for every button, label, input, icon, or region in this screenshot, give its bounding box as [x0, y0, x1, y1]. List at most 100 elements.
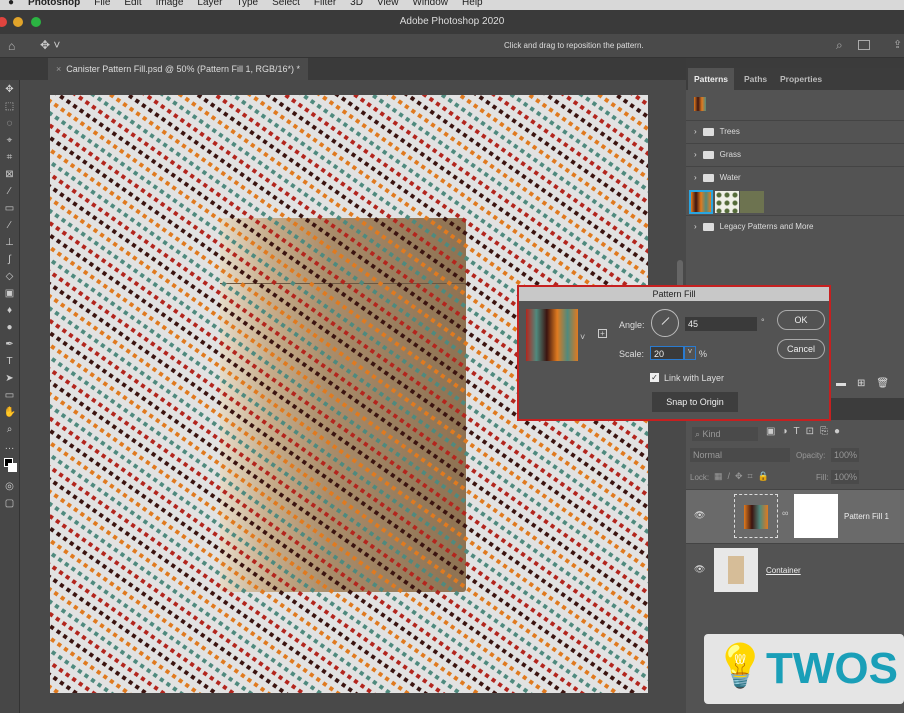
frame-tool-icon[interactable]: ⊠	[4, 169, 16, 181]
close-window-button[interactable]	[0, 17, 7, 27]
tools-panel: ✥ ⬚ ◌ ⌖ ⌗ ⊠ ⁄ ▭ ∕ ⊥ ∫ ◇ ▣ ♦ ● ✒ T ➤ ▭ ✋ …	[0, 80, 20, 713]
new-preset-icon[interactable]: +	[598, 329, 607, 338]
move-tool-icon[interactable]: ✥ ˅	[40, 38, 60, 52]
dialog-title: Pattern Fill	[519, 287, 829, 301]
lock-label: Lock:	[690, 473, 710, 482]
document-tab[interactable]: × Canister Pattern Fill.psd @ 50% (Patte…	[48, 58, 309, 80]
path-select-icon[interactable]: ➤	[4, 373, 16, 385]
menu-filter[interactable]: Filter	[314, 0, 336, 10]
menu-file[interactable]: File	[94, 0, 110, 10]
group-trees[interactable]: › Trees	[686, 120, 904, 142]
scale-field[interactable]: 20	[650, 346, 684, 360]
layer-name: Container	[766, 566, 801, 575]
gradient-tool-icon[interactable]: ▣	[4, 288, 16, 300]
layer-pattern-fill[interactable]: 👁 ∞ Pattern Fill 1	[686, 489, 904, 543]
fill-field[interactable]: 100%	[831, 470, 859, 484]
opacity-field[interactable]: 100%	[831, 448, 859, 462]
chevron-down-icon[interactable]: ˅	[580, 332, 585, 342]
minimize-window-button[interactable]	[13, 17, 23, 27]
type-tool-icon[interactable]: T	[4, 356, 16, 368]
title-bar: Adobe Photoshop 2020	[0, 10, 904, 34]
blur-tool-icon[interactable]: ♦	[4, 305, 16, 317]
apple-icon[interactable]: ●	[8, 0, 14, 10]
tab-properties[interactable]: Properties	[774, 68, 828, 90]
opacity-label: Opacity:	[796, 451, 826, 460]
snap-to-origin-button[interactable]: Snap to Origin	[652, 392, 738, 412]
document-tab-row: × Canister Pattern Fill.psd @ 50% (Patte…	[20, 58, 686, 80]
more-tools-icon[interactable]: …	[4, 441, 16, 453]
menu-edit[interactable]: Edit	[124, 0, 141, 10]
eyedropper-tool-icon[interactable]: ⁄	[4, 186, 16, 198]
mac-menubar: ● Photoshop File Edit Image Layer Type S…	[0, 0, 904, 10]
layer-mask-thumbnail	[794, 494, 838, 538]
menu-3d[interactable]: 3D	[350, 0, 363, 10]
search-icon[interactable]: ⌕	[836, 38, 843, 53]
move-tool-icon[interactable]: ✥	[4, 84, 16, 96]
visibility-eye-icon[interactable]: 👁	[694, 564, 705, 575]
menu-layer[interactable]: Layer	[197, 0, 222, 10]
angle-label: Angle:	[619, 320, 645, 330]
panel-footer-icons[interactable]: ▬⊞🗑	[836, 378, 900, 389]
tab-paths[interactable]: Paths	[738, 68, 773, 90]
pattern-swatch-dots[interactable]	[715, 191, 739, 213]
menu-photoshop[interactable]: Photoshop	[28, 0, 80, 10]
menu-window[interactable]: Window	[412, 0, 448, 10]
angle-field[interactable]: 45	[685, 317, 757, 331]
shape-tool-icon[interactable]: ▭	[4, 390, 16, 402]
home-icon[interactable]: ⌂	[8, 39, 15, 53]
pen-tool-icon[interactable]: ✒	[4, 339, 16, 351]
blend-mode-select[interactable]: Normal	[690, 448, 790, 462]
workspace-icon[interactable]	[858, 40, 870, 50]
history-brush-icon[interactable]: ∫	[4, 254, 16, 266]
menu-view[interactable]: View	[377, 0, 399, 10]
cancel-button[interactable]: Cancel	[777, 339, 825, 359]
crop-tool-icon[interactable]: ⌗	[4, 152, 16, 164]
angle-dial[interactable]	[651, 309, 679, 337]
scale-dropdown[interactable]: ˅	[684, 346, 696, 360]
layer-container[interactable]: 👁 Container	[686, 543, 904, 595]
degree-symbol: °	[761, 317, 765, 327]
tab-patterns[interactable]: Patterns	[688, 68, 735, 90]
quick-select-tool-icon[interactable]: ⌖	[4, 135, 16, 147]
hand-tool-icon[interactable]: ✋	[4, 407, 16, 419]
pattern-picker[interactable]	[526, 309, 578, 361]
options-bar: ⌂ ✥ ˅ Click and drag to reposition the p…	[0, 34, 904, 58]
pattern-swatch-selected[interactable]	[689, 190, 713, 214]
layer-name: Pattern Fill 1	[844, 512, 889, 521]
stamp-tool-icon[interactable]: ⊥	[4, 237, 16, 249]
ok-button[interactable]: OK	[777, 310, 825, 330]
lock-icons[interactable]: ▦/✥⌗🔒	[714, 471, 774, 482]
color-swatches[interactable]	[3, 458, 17, 476]
healing-tool-icon[interactable]: ▭	[4, 203, 16, 215]
menu-type[interactable]: Type	[236, 0, 258, 10]
pattern-swatch-hex[interactable]	[740, 191, 764, 213]
screen-mode-icon[interactable]: ▢	[4, 498, 16, 510]
link-with-layer-checkbox[interactable]: ✓	[650, 373, 659, 382]
current-pattern-swatch[interactable]	[694, 97, 706, 111]
group-legacy[interactable]: › Legacy Patterns and More	[686, 215, 904, 237]
marquee-tool-icon[interactable]: ⬚	[4, 101, 16, 113]
document-tab-label: Canister Pattern Fill.psd @ 50% (Pattern…	[66, 64, 301, 74]
brush-tool-icon[interactable]: ∕	[4, 220, 16, 232]
folder-icon	[702, 222, 714, 231]
lightbulb-icon: 💡	[714, 642, 767, 689]
group-grass[interactable]: › Grass	[686, 143, 904, 165]
eraser-tool-icon[interactable]: ◇	[4, 271, 16, 283]
group-water[interactable]: › Water	[686, 166, 904, 188]
share-icon[interactable]: ⇪	[893, 38, 902, 51]
dodge-tool-icon[interactable]: ●	[4, 322, 16, 334]
zoom-tool-icon[interactable]: ⌕	[4, 424, 16, 436]
lasso-tool-icon[interactable]: ◌	[4, 118, 16, 130]
filter-icons[interactable]: ▣◑T⊡⎘●	[766, 426, 846, 437]
quick-mask-icon[interactable]: ◎	[4, 481, 16, 493]
close-tab-icon[interactable]: ×	[56, 64, 64, 74]
kind-filter[interactable]: ⌕ Kind	[692, 427, 758, 441]
folder-icon	[702, 150, 714, 159]
menu-help[interactable]: Help	[462, 0, 483, 10]
menu-select[interactable]: Select	[272, 0, 300, 10]
link-icon[interactable]: ∞	[782, 508, 788, 518]
visibility-eye-icon[interactable]: 👁	[694, 510, 705, 521]
watermark-text: TWOS	[766, 644, 898, 693]
menu-image[interactable]: Image	[156, 0, 184, 10]
zoom-window-button[interactable]	[31, 17, 41, 27]
